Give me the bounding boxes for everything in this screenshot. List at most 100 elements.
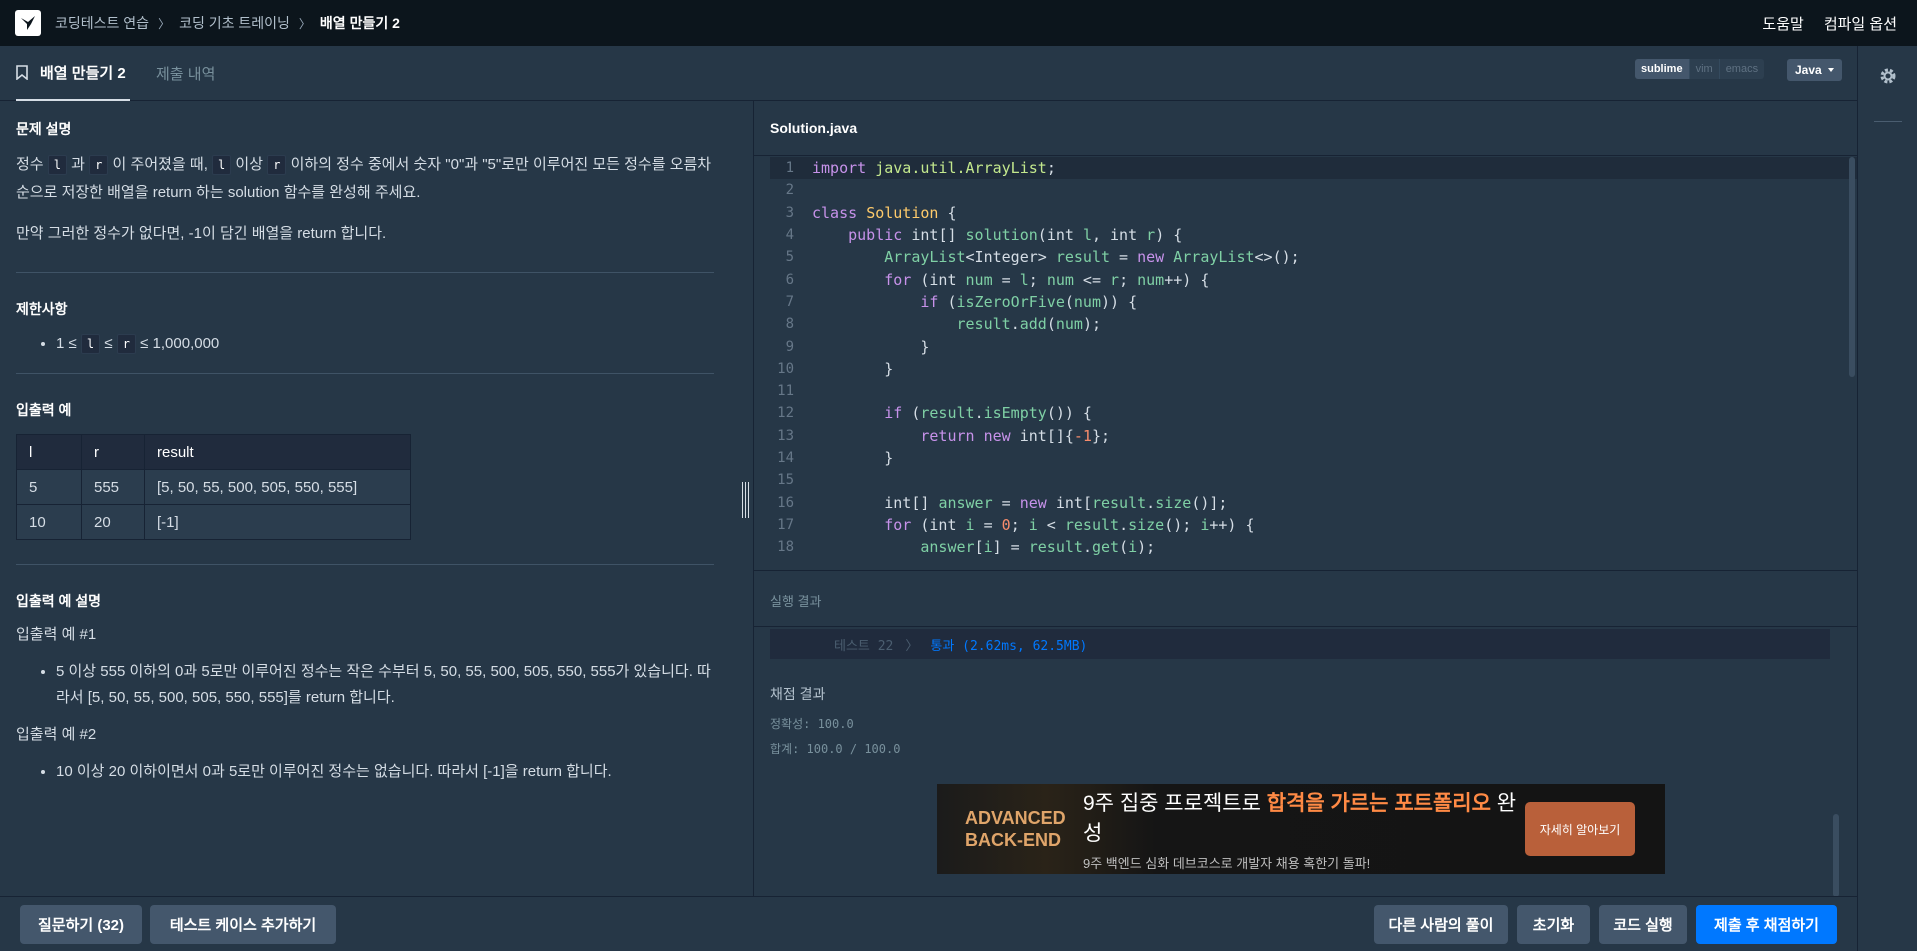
code-line: 12 if (result. isEmpty()) { xyxy=(770,402,1857,424)
code-line: 17 for (int i = 0; i < result. size (); i +… xyxy=(770,514,1857,536)
code-editor[interactable]: 1 import java.util.ArrayList; 2 3 class So… xyxy=(770,157,1857,567)
example-item: 10 이상 20 이하이면서 0과 5로만 이루어진 정수는 없습니다. 따라서… xyxy=(56,759,714,785)
mode-vim[interactable]: vim xyxy=(1688,59,1719,79)
test-result-row: 테스트 22 〉 통과 (2.62ms, 62.5MB) xyxy=(770,629,1830,659)
app-root: 코딩테스트 연습 〉 코딩 기초 트레이닝 〉 배열 만들기 2 도움말 컴파일… xyxy=(0,0,1917,951)
line-number: 10 xyxy=(777,360,794,377)
table-row: 10 20 [-1] xyxy=(16,504,411,540)
breadcrumb-item-basic-training[interactable]: 코딩 기초 트레이닝 xyxy=(179,13,290,33)
description-paragraph: 정수 l 과 r 이 주어졌을 때, l 이상 r 이하의 정수 중에서 숫자 … xyxy=(16,151,714,207)
table-cell: 10 xyxy=(16,504,82,540)
line-number: 18 xyxy=(777,539,794,556)
code-line: 15 xyxy=(770,469,1857,491)
line-number: 8 xyxy=(785,316,794,333)
table-cell: [5, 50, 55, 500, 505, 550, 555] xyxy=(144,469,411,505)
code-line: 5 ArrayList <Integer> result = new ArrayL… xyxy=(770,246,1857,268)
line-number: 7 xyxy=(785,293,794,310)
line-number: 3 xyxy=(785,204,794,221)
compile-options-link[interactable]: 컴파일 옵션 xyxy=(1824,13,1897,34)
code-line: 16 int[] answer = new int[result. size()]… xyxy=(770,491,1857,513)
ad-headline: 9주 집중 프로젝트로 합격을 가르는 포트폴리오 완성 xyxy=(1083,787,1525,847)
file-tab: Solution.java xyxy=(754,101,1857,156)
text: 정수 xyxy=(16,156,48,173)
gear-icon[interactable] xyxy=(1878,66,1898,86)
text: ≤ xyxy=(100,335,117,352)
line-number: 17 xyxy=(777,516,794,533)
bookmark-icon[interactable] xyxy=(16,65,28,80)
code-line: 9 } xyxy=(770,335,1857,357)
breadcrumb-item-coding-test[interactable]: 코딩테스트 연습 xyxy=(55,13,149,33)
vertical-resize-handle[interactable] xyxy=(740,482,750,518)
line-number: 2 xyxy=(785,182,794,199)
tab-problem[interactable]: 배열 만들기 2 xyxy=(16,46,130,101)
mode-sublime[interactable]: sublime xyxy=(1635,59,1689,79)
line-number: 13 xyxy=(777,427,794,444)
line-number: 1 xyxy=(785,160,794,177)
ad-banner[interactable]: ADVANCED BACK-END 9주 집중 프로젝트로 합격을 가르는 포트… xyxy=(937,784,1665,874)
ad-learn-more-button[interactable]: 자세히 알아보기 xyxy=(1525,802,1635,856)
reset-button[interactable]: 초기화 xyxy=(1517,905,1590,944)
code-editor-panel: Solution.java 1 import java.util.ArrayLis… xyxy=(754,101,1857,567)
breadcrumb: 코딩테스트 연습 〉 코딩 기초 트레이닝 〉 배열 만들기 2 xyxy=(55,13,400,33)
code-line: 13 return new int[]{-1}; xyxy=(770,425,1857,447)
editor-scrollbar[interactable] xyxy=(1849,157,1855,377)
example-item: 5 이상 555 이하의 0과 5로만 이루어진 정수는 작은 수부터 5, 5… xyxy=(56,659,714,711)
ad-brand-line: BACK-END xyxy=(965,830,1061,850)
ask-question-button[interactable]: 질문하기 (32) xyxy=(20,905,142,944)
code-r: r xyxy=(267,155,287,175)
line-number: 14 xyxy=(777,450,794,466)
code-line: 18 answer[i] = result. get(i); xyxy=(770,536,1857,558)
code-l: l xyxy=(47,155,68,175)
line-number: 11 xyxy=(777,383,794,400)
problem-panel: 문제 설명 정수 l 과 r 이 주어졌을 때, l 이상 r 이하의 정수 중… xyxy=(0,101,730,896)
tab-bar: 배열 만들기 2 제출 내역 sublime vim emacs Java xyxy=(0,46,1857,101)
section-title-limits: 제한사항 xyxy=(16,301,68,317)
table-cell: 5 xyxy=(16,469,82,505)
language-select[interactable]: Java xyxy=(1787,59,1842,81)
output-panel: 실행 결과 테스트 22 〉 통과 (2.62ms, 62.5MB) 채점 결과… xyxy=(754,570,1857,897)
text: ≤ 1,000,000 xyxy=(135,335,220,352)
tab-submissions[interactable]: 제출 내역 xyxy=(156,46,215,101)
example-title: 입출력 예 #1 xyxy=(16,626,97,643)
code-line: 4 public int[] solution(int l, int r) { xyxy=(770,224,1857,246)
table-header-cell: r xyxy=(81,434,145,470)
add-testcase-button[interactable]: 테스트 케이스 추가하기 xyxy=(150,905,336,944)
text: 과 xyxy=(67,156,90,173)
others-solutions-button[interactable]: 다른 사람의 풀이 xyxy=(1374,905,1508,944)
code-r: r xyxy=(89,155,109,175)
example-list: 5 이상 555 이하의 0과 5로만 이루어진 정수는 작은 수부터 5, 5… xyxy=(56,659,714,711)
bottom-bar: 질문하기 (32) 테스트 케이스 추가하기 다른 사람의 풀이 초기화 코드 … xyxy=(0,896,1857,951)
chevron-right-icon: 〉 xyxy=(298,16,311,31)
code-line: 8 result. add(num); xyxy=(770,313,1857,335)
line-number: 6 xyxy=(785,271,794,288)
grade-total: 합계: 100.0 / 100.0 xyxy=(770,742,901,756)
chevron-right-icon: 〉 xyxy=(158,16,171,31)
divider xyxy=(1874,121,1902,122)
programmers-logo-icon[interactable] xyxy=(15,10,41,36)
description-paragraph-2: 만약 그러한 정수가 없다면, -1이 담긴 배열을 return 합니다. xyxy=(16,225,387,242)
code-l: l xyxy=(212,155,232,175)
table-cell: 20 xyxy=(81,504,145,540)
help-link[interactable]: 도움말 xyxy=(1762,13,1803,34)
ad-subtext: 9주 백엔드 심화 데브코스로 개발자 채용 혹한기 돌파! xyxy=(1083,855,1371,871)
test-name: 테스트 22 xyxy=(834,638,894,654)
ad-text: 9주 집중 프로젝트로 합격을 가르는 포트폴리오 완성 9주 백엔드 심화 데… xyxy=(1077,787,1525,872)
mode-emacs[interactable]: emacs xyxy=(1718,59,1765,79)
text: 이상 xyxy=(231,156,268,173)
divider xyxy=(754,626,1857,627)
divider xyxy=(16,373,714,374)
code-line: 1 import java.util.ArrayList; xyxy=(770,157,1857,180)
output-scrollbar[interactable] xyxy=(1833,814,1839,897)
tab-problem-label: 배열 만들기 2 xyxy=(40,65,126,82)
code-line: 7 if (isZeroOrFive(num)) { xyxy=(770,291,1857,313)
submit-button[interactable]: 제출 후 채점하기 xyxy=(1696,905,1837,944)
example-title: 입출력 예 #2 xyxy=(16,726,97,743)
code-l: l xyxy=(80,334,101,354)
chevron-right-icon: 〉 xyxy=(905,638,919,654)
text: 1 ≤ xyxy=(56,335,81,352)
run-code-button[interactable]: 코드 실행 xyxy=(1599,905,1687,944)
code-line: 6 for (int num = l; num <= r; num ++) { xyxy=(770,268,1857,290)
line-number: 9 xyxy=(785,338,794,355)
section-title-io: 입출력 예 xyxy=(16,402,72,418)
line-number: 16 xyxy=(777,494,794,511)
